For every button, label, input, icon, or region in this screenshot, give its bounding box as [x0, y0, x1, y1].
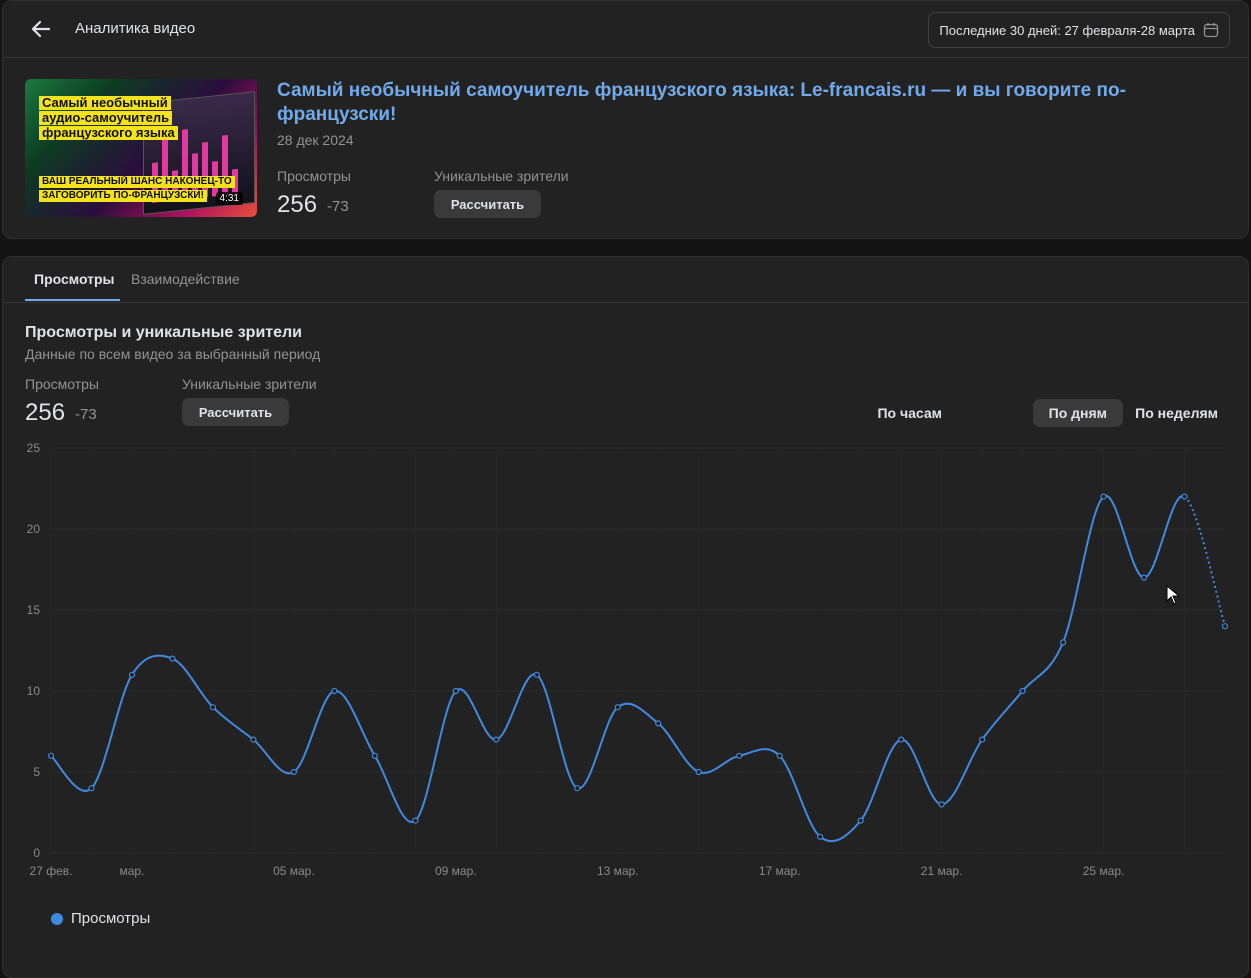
- data-point: [412, 817, 419, 824]
- views-line-chart: 0 5 10 15 20 25 27 фев. мар. 05 мар. 09 мар. 13 ма…: [27, 441, 1229, 878]
- data-point: [1140, 574, 1148, 581]
- x-tick-label: 27 фев.: [30, 864, 73, 878]
- data-point: [47, 752, 55, 759]
- y-tick-label: 10: [27, 684, 41, 698]
- data-point: [290, 768, 297, 776]
- data-point: [817, 833, 824, 840]
- y-tick-label: 0: [33, 846, 40, 860]
- data-point: [1221, 623, 1229, 630]
- legend-label: Просмотры: [71, 910, 151, 927]
- y-tick-label: 20: [27, 522, 41, 536]
- data-point: [493, 736, 500, 743]
- data-point: [938, 801, 945, 808]
- data-point: [1100, 493, 1107, 500]
- x-tick-label: 09 мар.: [435, 864, 477, 878]
- x-tick-label: 21 мар.: [921, 864, 963, 878]
- x-tick-label: 25 мар.: [1083, 864, 1125, 878]
- data-point: [614, 704, 621, 711]
- x-tick-label: 05 мар.: [273, 864, 315, 878]
- data-point: [209, 704, 217, 711]
- mouse-cursor-icon: [1166, 585, 1180, 605]
- chart-legend: Просмотры: [51, 910, 150, 927]
- data-point: [857, 817, 864, 824]
- data-point: [250, 736, 257, 743]
- legend-swatch: [51, 912, 63, 925]
- data-point: [1019, 687, 1026, 695]
- y-tick-label: 5: [33, 765, 40, 779]
- data-point: [371, 752, 378, 759]
- x-tick-label: 17 мар.: [759, 864, 801, 878]
- data-point: [1181, 493, 1188, 500]
- data-point: [533, 671, 540, 678]
- data-point: [776, 752, 783, 759]
- y-tick-label: 25: [27, 441, 41, 455]
- data-point: [128, 671, 136, 678]
- data-point: [695, 768, 702, 776]
- data-point: [331, 687, 338, 695]
- data-point: [736, 752, 743, 759]
- data-point: [979, 736, 986, 743]
- y-tick-label: 15: [27, 603, 41, 617]
- data-point: [1059, 639, 1067, 646]
- data-point: [88, 785, 95, 792]
- data-point: [898, 736, 905, 743]
- x-tick-label: 13 мар.: [597, 864, 639, 878]
- data-point: [452, 687, 459, 695]
- data-point: [655, 720, 662, 727]
- series-line-views-partial: [1183, 495, 1226, 627]
- data-point: [169, 655, 176, 662]
- data-point: [574, 785, 581, 792]
- x-tick-label: мар.: [119, 864, 144, 878]
